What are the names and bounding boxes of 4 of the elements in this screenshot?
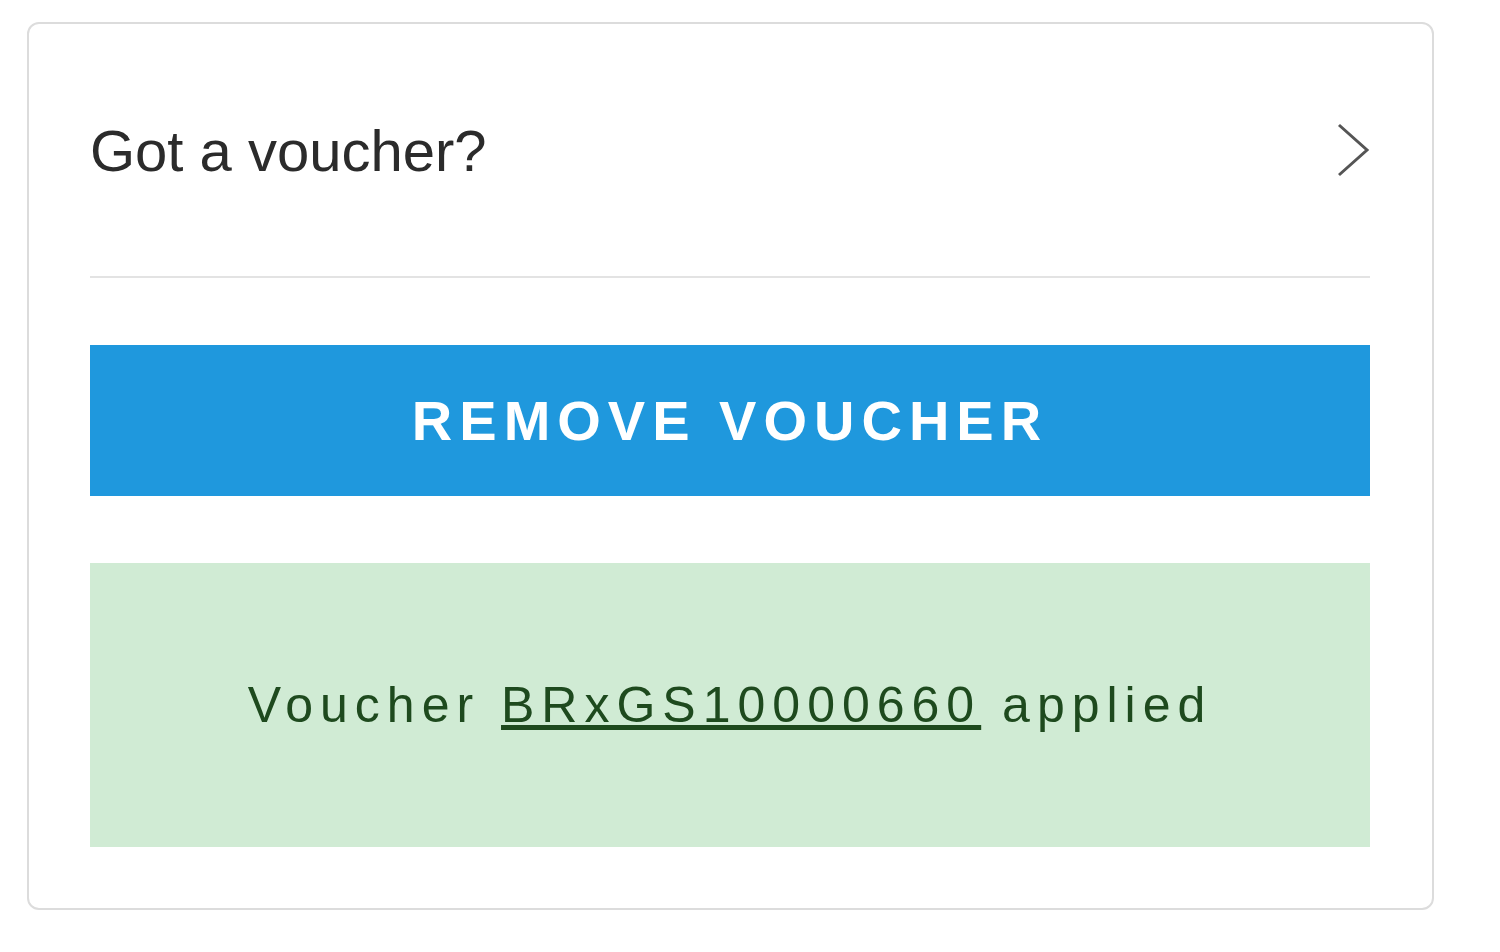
- chevron-right-icon[interactable]: [1336, 122, 1370, 178]
- card-title: Got a voucher?: [90, 116, 487, 184]
- voucher-applied-message: Voucher BRxGS10000660 applied: [247, 676, 1213, 735]
- voucher-code-link[interactable]: BRxGS10000660: [501, 677, 982, 733]
